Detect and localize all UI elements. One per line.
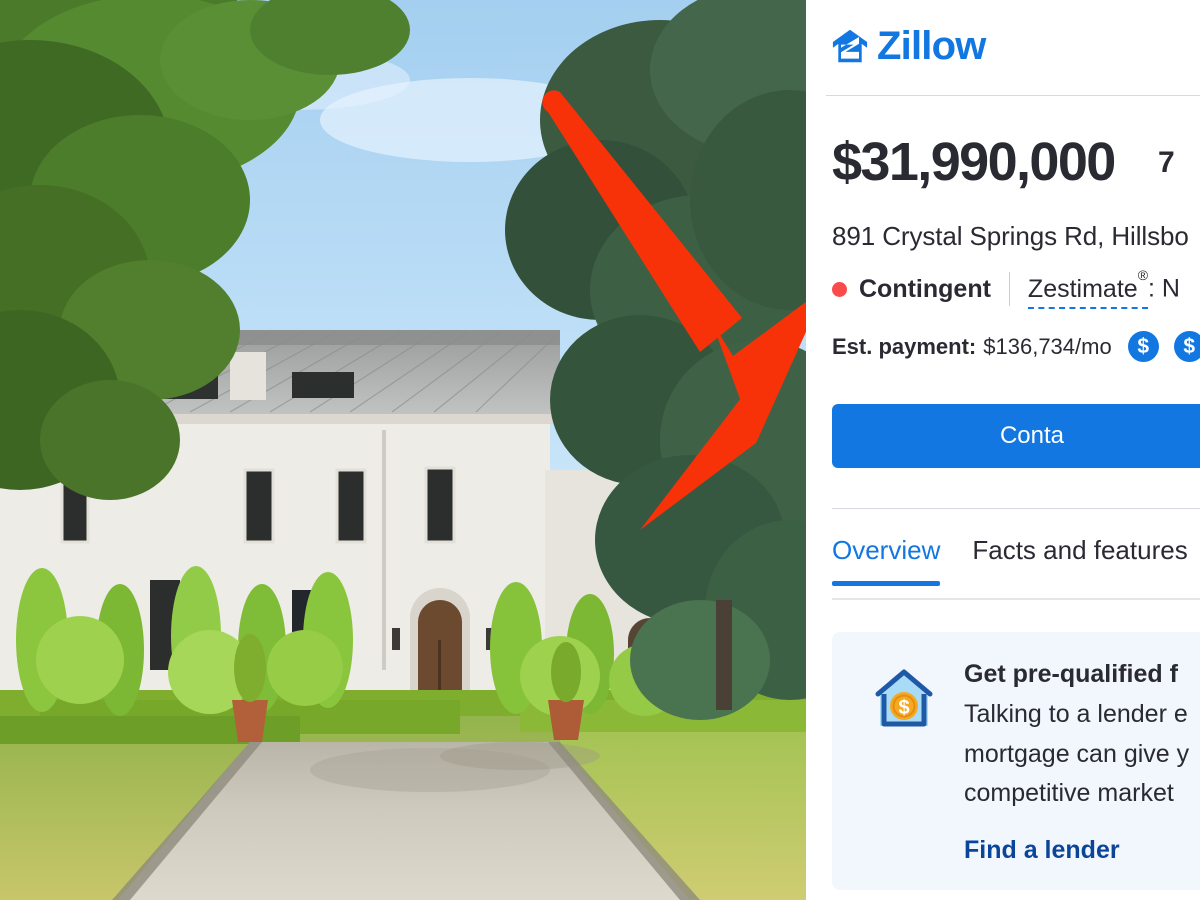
contact-agent-button[interactable]: Conta xyxy=(832,404,1200,468)
estimated-payment-value: $136,734/mo xyxy=(983,333,1112,359)
listing-price: $31,990,000 xyxy=(832,132,1116,192)
dollar-coin-icon-secondary[interactable]: $ xyxy=(1173,331,1200,362)
estimated-payment-label: Est. payment: xyxy=(832,333,977,359)
find-a-lender-link[interactable]: Find a lender xyxy=(964,836,1189,865)
property-photo-illustration xyxy=(0,0,806,900)
zestimate-label[interactable]: Zestimate®: N xyxy=(1027,267,1180,309)
promo-title: Get pre-qualified f xyxy=(964,660,1178,688)
zillow-logo[interactable]: Zillow xyxy=(832,26,986,66)
status-divider xyxy=(1008,272,1010,306)
status-badge: Contingent xyxy=(859,274,991,303)
zillow-house-icon xyxy=(832,29,868,63)
svg-text:$: $ xyxy=(898,697,909,719)
header-divider xyxy=(826,95,1200,96)
status-dot-icon xyxy=(832,281,847,297)
section-divider xyxy=(832,508,1200,509)
zestimate-value: : N xyxy=(1148,274,1180,303)
registered-mark-icon: ® xyxy=(1137,266,1149,283)
tab-overview[interactable]: Overview xyxy=(832,535,941,586)
zestimate-word: Zestimate xyxy=(1027,274,1138,303)
listing-price-overflow: 7 xyxy=(1158,146,1175,179)
promo-line-3: competitive market xyxy=(964,779,1174,807)
tab-facts-and-features[interactable]: Facts and features xyxy=(972,535,1187,586)
listing-address: 891 Crystal Springs Rd, Hillsbo xyxy=(832,221,1189,251)
estimated-payment-row: Est. payment: $136,734/mo $ $ xyxy=(832,331,1200,362)
property-photo[interactable] xyxy=(0,0,806,900)
zillow-listing-screenshot: Zillow $31,990,000 7 891 Crystal Springs… xyxy=(0,0,1200,900)
house-money-icon: $ xyxy=(875,669,933,727)
listing-detail-panel: Zillow $31,990,000 7 891 Crystal Springs… xyxy=(806,0,1200,900)
promo-line-1: Talking to a lender e xyxy=(964,700,1188,728)
zillow-wordmark: Zillow xyxy=(877,24,986,68)
pre-qualified-promo-card: $ Get pre-qualified f Talking to a lende… xyxy=(832,632,1200,890)
promo-line-2: mortgage can give y xyxy=(964,739,1190,768)
dollar-coin-icon[interactable]: $ xyxy=(1127,331,1159,362)
tabs-baseline xyxy=(832,598,1200,600)
detail-tabs: Overview Facts and features xyxy=(832,535,1188,586)
status-row: Contingent Zestimate®: N xyxy=(832,267,1180,309)
